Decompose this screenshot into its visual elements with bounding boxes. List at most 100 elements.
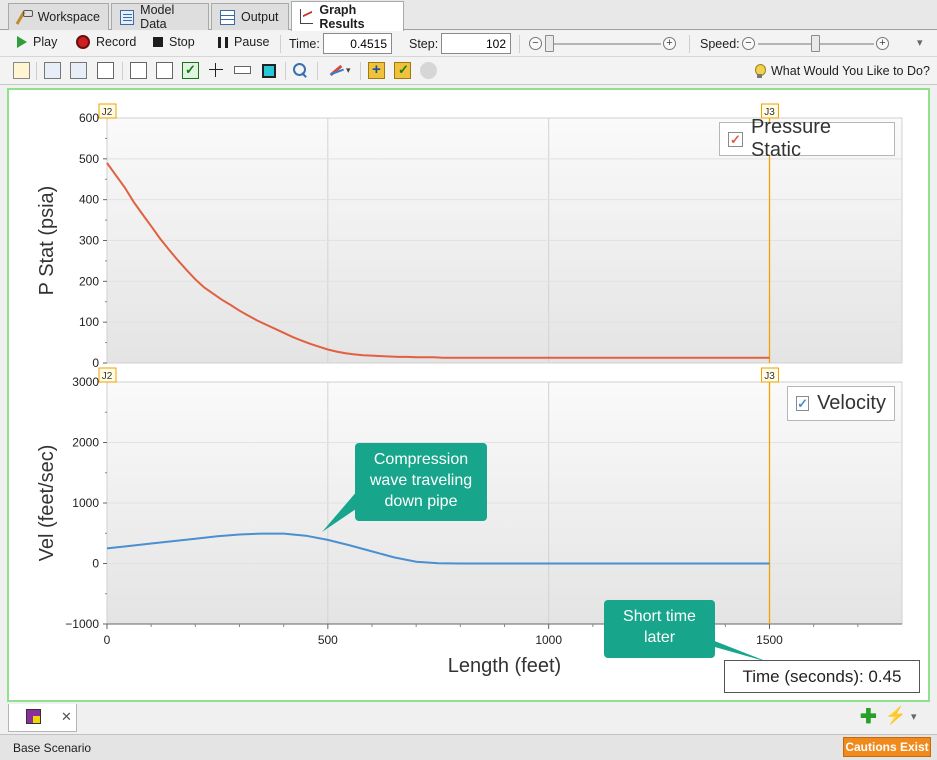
apply-graph-icon[interactable] [394, 62, 411, 79]
close-icon[interactable]: ✕ [61, 709, 72, 725]
tab-label: Graph Results [319, 2, 365, 31]
ruler-icon[interactable] [234, 66, 251, 74]
velocity-legend[interactable]: ✓ Velocity [787, 386, 895, 421]
tab-output[interactable]: Output [211, 3, 289, 30]
plus-icon: + [879, 37, 886, 49]
x-tick-label: 500 [318, 633, 338, 647]
lightbulb-icon [752, 63, 767, 79]
toolbar-divider [519, 35, 520, 53]
time-input[interactable] [323, 33, 392, 54]
stop-icon [153, 37, 163, 47]
copy-icon[interactable] [44, 62, 61, 79]
speed-increase-button[interactable]: + [876, 37, 889, 50]
scenario-icon [26, 709, 41, 724]
toolbar-divider [360, 62, 361, 80]
step-label: Step: [409, 37, 439, 51]
pressure-y-tick-label: 500 [79, 152, 99, 166]
toolbar-divider [36, 62, 37, 80]
play-button[interactable]: Play [17, 35, 57, 49]
velocity-y-tick-label: −1000 [65, 617, 99, 631]
table-icon[interactable] [97, 62, 114, 79]
scenario-strip: ✕ ✚ ⚡ ▾ [0, 703, 937, 734]
record-button[interactable]: Record [76, 35, 136, 49]
speed-label: Speed: [700, 37, 740, 51]
play-label: Play [33, 35, 58, 49]
help-search-button[interactable]: What Would You Like to Do? [752, 61, 930, 81]
status-bar: Base Scenario Cautions Exist [0, 734, 937, 760]
toolbar-divider [280, 35, 281, 53]
help-label: What Would You Like to Do? [771, 64, 930, 78]
crosshair-icon[interactable] [208, 62, 225, 79]
velocity-y-tick-label: 1000 [72, 496, 99, 510]
pause-icon [218, 36, 228, 48]
scenario-dropdown-icon[interactable]: ▾ [911, 710, 917, 723]
record-label: Record [96, 35, 137, 49]
step-slider-track[interactable] [545, 43, 661, 45]
pressure-legend[interactable]: ✓ Pressure Static [719, 116, 895, 161]
tab-label: Workspace [37, 10, 100, 24]
scenario-name: Base Scenario [13, 741, 92, 755]
add-scenario-icon[interactable]: ✚ [860, 707, 877, 727]
velocity-legend-checkbox[interactable]: ✓ [796, 396, 810, 411]
plus-icon: + [666, 37, 673, 49]
info-icon[interactable] [420, 62, 437, 79]
minus-icon: − [532, 37, 539, 49]
compression-annotation: Compression wave traveling down pipe [355, 443, 487, 521]
show-checkbox-icon[interactable] [182, 62, 199, 79]
pressure-y-tick-label: 0 [92, 356, 99, 370]
minus-icon: − [745, 37, 752, 49]
pressure-y-axis-label: P Stat (psia) [36, 186, 58, 296]
step-increase-button[interactable]: + [663, 37, 676, 50]
zoom-icon[interactable] [292, 62, 309, 79]
speed-slider-thumb[interactable] [811, 35, 820, 52]
play-icon [17, 36, 27, 48]
toolbar-divider [122, 62, 123, 80]
x-tick-label: 1000 [535, 633, 562, 647]
tab-label: Model Data [140, 3, 175, 31]
edit-graph-icon[interactable] [13, 62, 30, 79]
pressure-y-tick-label: 100 [79, 315, 99, 329]
step-decrease-button[interactable]: − [529, 37, 542, 50]
line-style-icon[interactable] [327, 62, 344, 79]
step-input[interactable] [441, 33, 511, 54]
x-axis-label: Length (feet) [448, 655, 561, 677]
stop-label: Stop [169, 35, 195, 49]
toolbar-divider [317, 62, 318, 80]
add-graph-icon[interactable] [368, 61, 385, 79]
tab-model-data[interactable]: Model Data [111, 3, 209, 31]
pressure-marker-label: J2 [102, 107, 113, 118]
stop-button[interactable]: Stop [153, 35, 195, 49]
legend-icon[interactable] [156, 62, 173, 79]
output-icon [220, 9, 235, 25]
scenario-tab[interactable]: ✕ [8, 704, 77, 732]
fill-icon[interactable] [262, 64, 276, 78]
tab-bar: Workspace Model Data Output Graph Result… [0, 0, 937, 31]
tab-graph-results[interactable]: Graph Results [291, 1, 404, 31]
velocity-y-tick-label: 3000 [72, 375, 99, 389]
toolbar-overflow-icon[interactable]: ▾ [917, 36, 923, 49]
pause-label: Pause [234, 35, 270, 49]
x-tick-label: 0 [104, 633, 111, 647]
tab-label: Output [241, 10, 279, 24]
velocity-marker-label: J3 [764, 371, 775, 382]
pressure-y-tick-label: 600 [79, 111, 99, 125]
line-style-dropdown-icon[interactable]: ▾ [346, 65, 351, 76]
speed-decrease-button[interactable]: − [742, 37, 755, 50]
velocity-y-axis-label: Vel (feet/sec) [36, 445, 58, 562]
toolbar-divider [689, 35, 690, 53]
text-icon[interactable] [130, 62, 147, 79]
export-icon[interactable] [70, 62, 87, 79]
cautions-button[interactable]: Cautions Exist [843, 737, 931, 757]
pressure-y-tick-label: 200 [79, 274, 99, 288]
pause-button[interactable]: Pause [218, 35, 269, 49]
tab-workspace[interactable]: Workspace [8, 3, 109, 30]
lightning-icon[interactable]: ⚡ [885, 706, 906, 726]
velocity-y-tick-label: 0 [92, 557, 99, 571]
time-readout: Time (seconds): 0.45 [724, 660, 920, 693]
pressure-y-tick-label: 400 [79, 193, 99, 207]
velocity-y-tick-label: 2000 [72, 436, 99, 450]
step-slider-thumb[interactable] [545, 35, 554, 52]
pressure-legend-checkbox[interactable]: ✓ [728, 131, 743, 147]
toolbar-divider [285, 62, 286, 80]
graph-results-icon [300, 9, 314, 24]
